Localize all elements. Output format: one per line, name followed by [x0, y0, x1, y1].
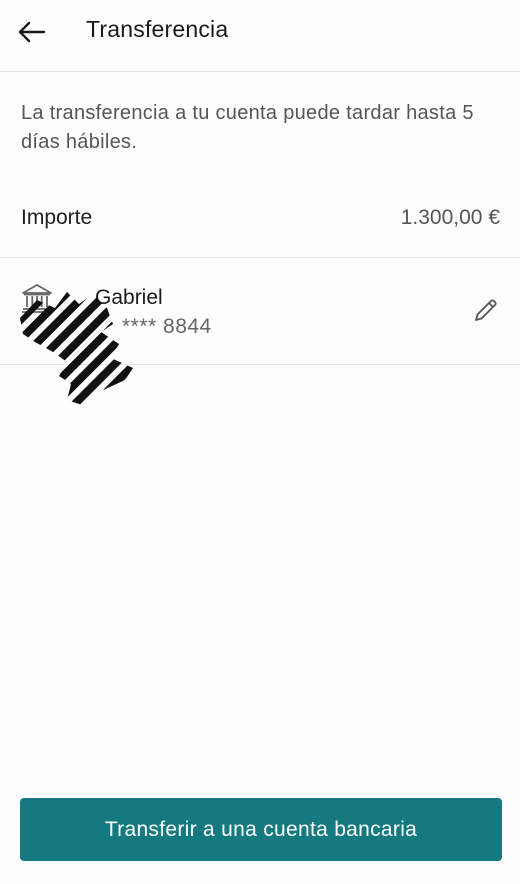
amount-label: Importe: [21, 206, 93, 229]
back-button[interactable]: [14, 14, 50, 50]
transfer-notice: La transferencia a tu cuenta puede tarda…: [21, 102, 474, 153]
app-header: Transferencia: [0, 0, 520, 72]
page-title: Transferencia: [86, 16, 229, 42]
amount-row: Importe 1.300,00 €: [0, 190, 520, 258]
edit-account-button[interactable]: [470, 294, 502, 326]
amount-value: 1.300,00 €: [400, 206, 500, 229]
redaction-scribble: [20, 292, 133, 406]
transfer-to-bank-button[interactable]: Transferir a una cuenta bancaria: [20, 798, 502, 861]
pencil-icon: [475, 299, 497, 321]
transfer-screen: Transferencia La transferencia a tu cuen…: [0, 0, 520, 884]
arrow-left-icon: [18, 21, 46, 43]
